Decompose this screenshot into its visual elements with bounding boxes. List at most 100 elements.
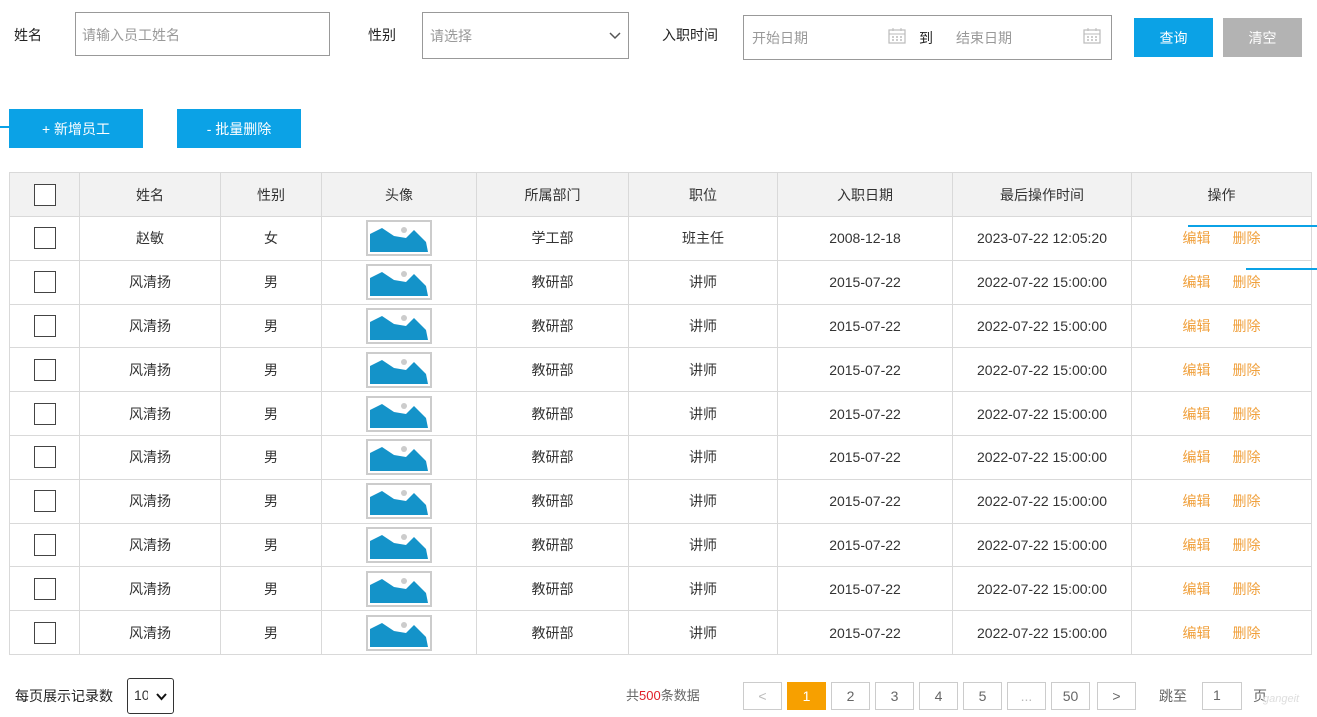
edit-link[interactable]: 编辑 [1183,318,1211,334]
table-row: 风清扬男教研部 讲师 2015-07-22 2022-07-22 15:00:00 编辑… [9,610,1312,655]
cell-actions: 编辑 删除 [1131,610,1312,655]
cell-name: 风清扬 [79,259,221,305]
edit-link[interactable]: 编辑 [1183,581,1211,597]
decorative-line [1188,225,1317,227]
row-checkbox[interactable] [33,621,56,644]
cell-position: 讲师 [628,303,778,349]
table-row: 风清扬男教研部 讲师 2015-07-22 2022-07-22 15:00:00 编辑… [9,478,1312,524]
delete-link[interactable]: 删除 [1233,625,1261,641]
cell-avatar [321,347,477,393]
row-select-cell [9,216,80,261]
gender-select-placeholder: 请选择 [430,28,472,44]
edit-link[interactable]: 编辑 [1183,537,1211,553]
page-size-select[interactable]: 10 [127,678,174,714]
page-button[interactable]: 50 [1051,682,1090,710]
next-page-button[interactable]: > [1097,682,1136,710]
select-all-checkbox[interactable] [33,183,56,206]
cell-avatar [321,566,477,612]
batch-delete-button[interactable]: - 批量删除 [177,109,301,148]
edit-link[interactable]: 编辑 [1183,406,1211,422]
delete-link[interactable]: 删除 [1233,493,1261,509]
column-header-avatar: 头像 [321,172,477,217]
table-row: 风清扬男教研部 讲师 2015-07-22 2022-07-22 15:00:00 编辑… [9,522,1312,568]
cell-last-updated: 2022-07-22 15:00:00 [952,478,1132,524]
cell-name: 风清扬 [79,434,221,480]
cell-department: 教研部 [476,434,629,480]
table-row: 赵敏女学工部 班主任 2008-12-18 2023-07-22 12:05:20 编辑… [9,216,1312,261]
row-checkbox[interactable] [33,402,56,425]
cell-last-updated: 2022-07-22 15:00:00 [952,259,1132,305]
column-header-name: 姓名 [79,172,221,217]
cell-name: 风清扬 [79,303,221,349]
chevron-down-icon [156,693,167,701]
row-checkbox[interactable] [33,490,56,513]
date-range-picker[interactable]: 开始日期 到 结束日期 [743,15,1112,60]
column-header-gender: 性别 [220,172,322,217]
delete-link[interactable]: 删除 [1233,537,1261,553]
delete-link[interactable]: 删除 [1233,230,1261,246]
page-button[interactable]: 5 [963,682,1002,710]
delete-link[interactable]: 删除 [1233,581,1261,597]
edit-link[interactable]: 编辑 [1183,274,1211,290]
delete-link[interactable]: 删除 [1233,406,1261,422]
avatar-image-icon [366,570,432,607]
delete-link[interactable]: 删除 [1233,318,1261,334]
page-button[interactable]: 3 [875,682,914,710]
delete-link[interactable]: 删除 [1233,449,1261,465]
cell-position: 讲师 [628,434,778,480]
row-checkbox[interactable] [33,271,56,294]
cell-department: 教研部 [476,566,629,612]
avatar-image-icon [366,614,432,651]
avatar-image-icon [366,439,432,476]
row-checkbox[interactable] [33,227,56,250]
gender-filter-label: 性别 [368,27,396,43]
edit-link[interactable]: 编辑 [1183,230,1211,246]
cell-gender: 男 [220,434,322,480]
cell-avatar [321,216,477,261]
gender-select[interactable]: 请选择 [422,12,629,59]
clear-button[interactable]: 清空 [1223,18,1302,57]
page-ellipsis: ... [1007,682,1046,710]
edit-link[interactable]: 编辑 [1183,449,1211,465]
jump-page-input[interactable]: 1 [1202,682,1242,710]
table-row: 风清扬男教研部 讲师 2015-07-22 2022-07-22 15:00:00 编辑… [9,566,1312,612]
name-search-input[interactable]: 请输入员工姓名 [75,12,330,56]
add-employee-button[interactable]: + 新增员工 [9,109,143,148]
row-checkbox[interactable] [33,577,56,600]
cell-gender: 男 [220,391,322,436]
row-checkbox[interactable] [33,314,56,337]
cell-actions: 编辑 删除 [1131,216,1312,261]
row-checkbox[interactable] [33,533,56,556]
cell-last-updated: 2022-07-22 15:00:00 [952,347,1132,393]
start-date-input[interactable]: 开始日期 [752,28,808,48]
name-filter-label: 姓名 [14,27,42,43]
row-checkbox[interactable] [33,358,56,381]
column-header-last-updated: 最后操作时间 [952,172,1132,217]
cell-department: 教研部 [476,347,629,393]
page-button[interactable]: 1 [787,682,826,710]
cell-avatar [321,391,477,436]
edit-link[interactable]: 编辑 [1183,362,1211,378]
cell-entry-date: 2015-07-22 [777,566,953,612]
delete-link[interactable]: 删除 [1233,362,1261,378]
table-header-row: 姓名 性别 头像 所属部门 职位 入职日期 最后操作时间 操作 [9,172,1312,217]
page-button[interactable]: 2 [831,682,870,710]
avatar-image-icon [366,483,432,520]
cell-actions: 编辑 删除 [1131,522,1312,568]
query-button[interactable]: 查询 [1134,18,1213,57]
page-size-label: 每页展示记录数 [15,688,113,704]
cell-name: 风清扬 [79,391,221,436]
edit-link[interactable]: 编辑 [1183,493,1211,509]
end-date-input[interactable]: 结束日期 [956,28,1012,48]
edit-link[interactable]: 编辑 [1183,625,1211,641]
cell-position: 讲师 [628,347,778,393]
date-range-separator: 到 [919,30,933,46]
date-filter-label: 入职时间 [662,27,718,43]
page-button[interactable]: 4 [919,682,958,710]
delete-link[interactable]: 删除 [1233,274,1261,290]
cell-gender: 男 [220,303,322,349]
row-checkbox[interactable] [33,446,56,469]
cell-entry-date: 2015-07-22 [777,391,953,436]
row-select-cell [9,522,80,568]
prev-page-button[interactable]: < [743,682,782,710]
